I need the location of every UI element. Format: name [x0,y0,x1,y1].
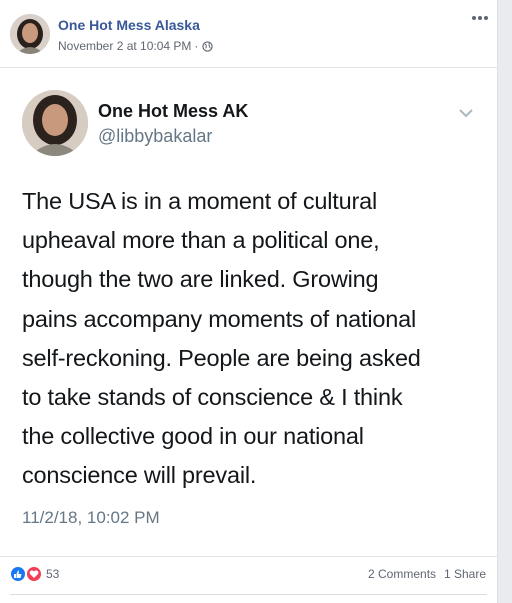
page-avatar-photo [10,14,50,54]
heart-icon [29,570,39,578]
meta-separator: · [194,39,199,53]
tweet-line: pains accompany moments of national [22,305,417,332]
reaction-count[interactable]: 53 [46,567,59,581]
tweet-line: upheaval more than a political one, [22,227,380,254]
shares-count-link[interactable]: 1 Share [444,567,486,581]
tweet-text: The USA is in a moment of cultural uphea… [22,182,487,496]
love-reaction-icon[interactable] [25,565,43,583]
post-header: One Hot Mess Alaska November 2 at 10:04 … [0,0,497,66]
tweet-line: The USA is in a moment of cultural [22,188,377,214]
tweet-time: 11/2/18, 10:02 PM [22,508,160,527]
more-options-icon[interactable] [470,12,490,24]
tweet-line: conscience will prevail. [22,462,257,489]
globe-icon[interactable] [202,40,214,52]
thumbs-up-icon [14,570,22,578]
tweet-line: self-reckoning. People are being asked [22,344,421,371]
tweet-screenshot[interactable]: One Hot Mess AK @libbybakalar The USA is… [0,67,497,557]
tweet-line: the collective good in our national [22,423,364,450]
tweet-display-name: One Hot Mess AK [98,101,249,121]
divider [10,594,487,595]
like-reaction-icon[interactable] [9,565,27,583]
post-meta: November 2 at 10:04 PM · [58,39,214,53]
post-timestamp[interactable]: November 2 at 10:04 PM [58,39,191,53]
tweet-avatar-photo [22,90,88,156]
post-footer: 53 2 Comments 1 Share [0,556,497,592]
comments-count-link[interactable]: 2 Comments [368,567,436,581]
tweet-avatar [22,90,88,156]
page-name-link[interactable]: One Hot Mess Alaska [58,17,200,33]
chevron-down-icon [459,109,473,118]
tweet-line: to take stands of conscience & I think [22,384,403,411]
tweet-line: though the two are linked. Growing [22,266,379,293]
page-avatar[interactable] [10,14,50,54]
tweet-handle: @libbybakalar [98,126,213,146]
facebook-post-card: One Hot Mess Alaska November 2 at 10:04 … [0,0,498,603]
